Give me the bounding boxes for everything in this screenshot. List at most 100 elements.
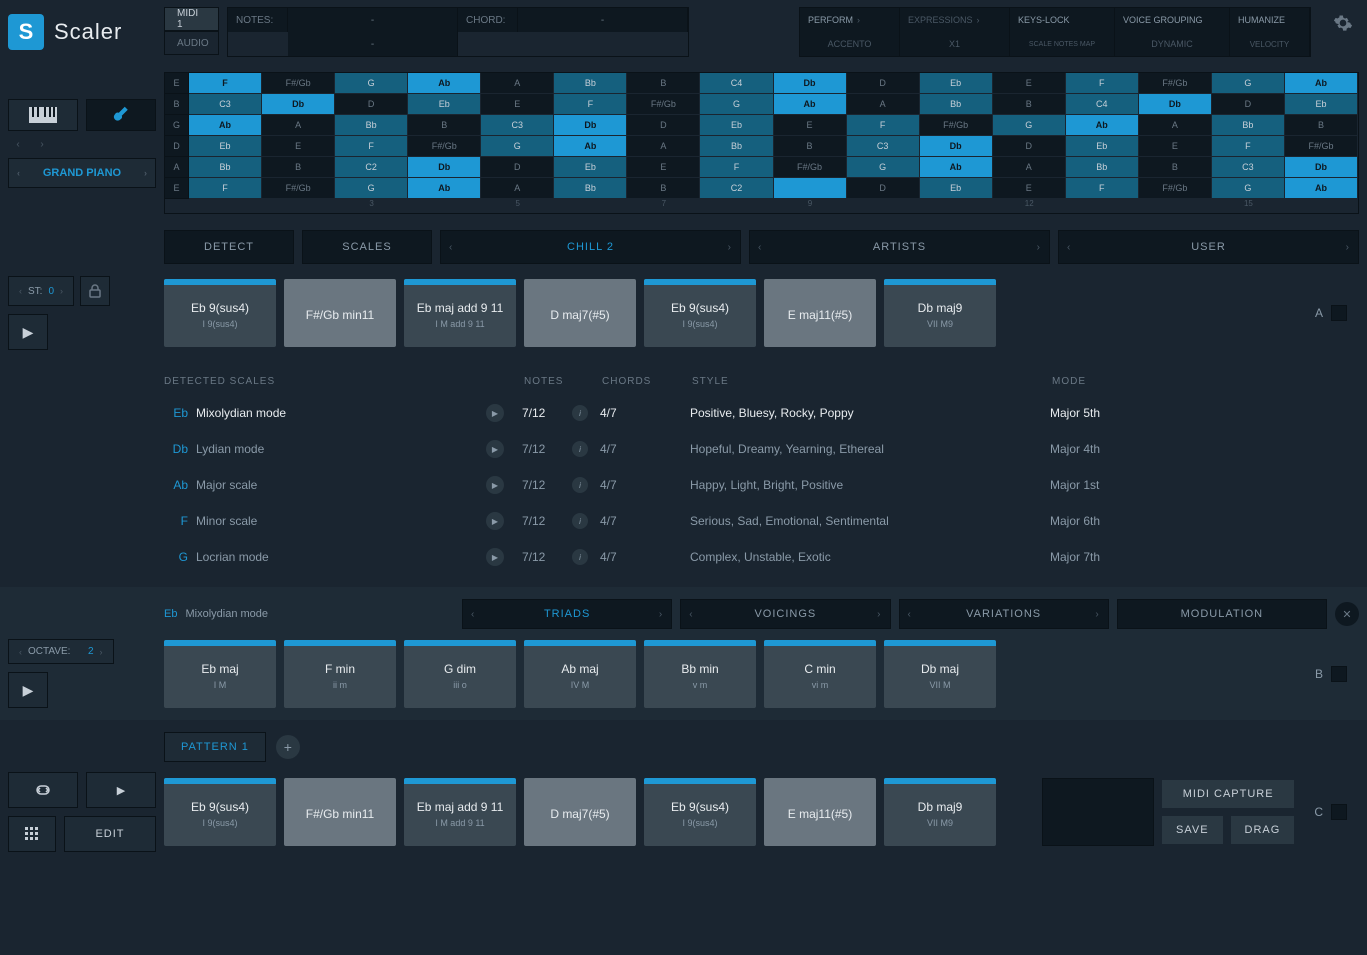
- fret-cell[interactable]: Ab: [408, 73, 481, 94]
- add-pattern-button[interactable]: +: [276, 735, 300, 759]
- fret-cell[interactable]: E: [627, 157, 700, 178]
- fret-cell[interactable]: [774, 178, 847, 199]
- fret-cell[interactable]: Bb: [554, 73, 627, 94]
- fret-cell[interactable]: A: [1139, 115, 1212, 136]
- modulation-tab[interactable]: MODULATION: [1117, 599, 1327, 629]
- chord-slot[interactable]: Bb minv m: [644, 640, 756, 708]
- fret-cell[interactable]: Ab: [920, 157, 993, 178]
- octave-selector[interactable]: ‹OCTAVE: 2›: [8, 639, 114, 664]
- section-a-toggle[interactable]: [1331, 305, 1347, 321]
- chord-slot[interactable]: E maj11(#5): [764, 778, 876, 846]
- play-a-button[interactable]: ▶: [8, 314, 48, 350]
- fret-cell[interactable]: F#/Gb: [262, 178, 335, 199]
- fret-cell[interactable]: Ab: [189, 115, 262, 136]
- fret-cell[interactable]: E: [481, 94, 554, 115]
- fret-cell[interactable]: C4: [1066, 94, 1139, 115]
- fret-cell[interactable]: F: [1212, 136, 1285, 157]
- chord-slot[interactable]: F#/Gb min11: [284, 279, 396, 347]
- scale-play-icon[interactable]: ▶: [486, 548, 522, 566]
- scale-row[interactable]: FMinor scale▶7/12i4/7Serious, Sad, Emoti…: [164, 503, 1359, 539]
- fret-cell[interactable]: Ab: [1285, 178, 1358, 199]
- info-icon[interactable]: i: [572, 477, 600, 493]
- fret-cell[interactable]: C3: [1212, 157, 1285, 178]
- fret-cell[interactable]: A: [262, 115, 335, 136]
- fret-cell[interactable]: F: [700, 157, 773, 178]
- fret-cell[interactable]: Db: [554, 115, 627, 136]
- fret-cell[interactable]: F: [554, 94, 627, 115]
- fret-cell[interactable]: G: [993, 115, 1066, 136]
- fret-cell[interactable]: G: [1212, 73, 1285, 94]
- fret-cell[interactable]: Db: [1285, 157, 1358, 178]
- fret-cell[interactable]: Bb: [1066, 157, 1139, 178]
- gear-icon[interactable]: [1327, 7, 1359, 39]
- fret-cell[interactable]: Db: [408, 157, 481, 178]
- fret-cell[interactable]: G: [700, 94, 773, 115]
- fret-cell[interactable]: A: [627, 136, 700, 157]
- chord-slot[interactable]: E maj11(#5): [764, 279, 876, 347]
- chord-slot[interactable]: G dimiii o: [404, 640, 516, 708]
- save-button[interactable]: SAVE: [1162, 816, 1223, 844]
- fret-cell[interactable]: Ab: [1285, 73, 1358, 94]
- chord-slot[interactable]: Ab majIV M: [524, 640, 636, 708]
- fret-cell[interactable]: C4: [700, 73, 773, 94]
- midi-tab[interactable]: MIDI 1: [164, 7, 219, 31]
- velocity-value[interactable]: VELOCITY: [1230, 32, 1309, 56]
- chord-slot[interactable]: Eb 9(sus4)I 9(sus4): [644, 778, 756, 846]
- fret-cell[interactable]: F#/Gb: [408, 136, 481, 157]
- info-icon[interactable]: i: [572, 513, 600, 529]
- semitone-selector[interactable]: ‹ST:0›: [8, 276, 74, 306]
- info-icon[interactable]: i: [572, 549, 600, 565]
- fret-cell[interactable]: Db: [1139, 94, 1212, 115]
- fret-cell[interactable]: Eb: [408, 94, 481, 115]
- fret-cell[interactable]: Eb: [1066, 136, 1139, 157]
- fret-cell[interactable]: Eb: [189, 136, 262, 157]
- fret-cell[interactable]: F#/Gb: [1139, 73, 1212, 94]
- pattern-selector[interactable]: PATTERN 1: [164, 732, 266, 762]
- expressions-header[interactable]: EXPRESSIONS›: [900, 8, 1009, 32]
- fret-cell[interactable]: Db: [774, 73, 847, 94]
- preset-selector[interactable]: ‹CHILL 2›: [440, 230, 741, 264]
- chord-slot[interactable]: D maj7(#5): [524, 778, 636, 846]
- scale-play-icon[interactable]: ▶: [486, 404, 522, 422]
- dynamic-value[interactable]: DYNAMIC: [1115, 32, 1229, 56]
- fret-cell[interactable]: G: [335, 178, 408, 199]
- fret-cell[interactable]: C2: [335, 157, 408, 178]
- fret-cell[interactable]: Bb: [554, 178, 627, 199]
- fret-cell[interactable]: Eb: [920, 178, 993, 199]
- fret-cell[interactable]: F: [335, 136, 408, 157]
- fret-cell[interactable]: E: [774, 115, 847, 136]
- fret-cell[interactable]: F#/Gb: [627, 94, 700, 115]
- section-b-toggle[interactable]: [1331, 666, 1347, 682]
- fret-cell[interactable]: F#/Gb: [920, 115, 993, 136]
- fret-cell[interactable]: D: [627, 115, 700, 136]
- chord-slot[interactable]: Eb 9(sus4)I 9(sus4): [164, 279, 276, 347]
- fret-cell[interactable]: G: [1212, 178, 1285, 199]
- scale-play-icon[interactable]: ▶: [486, 476, 522, 494]
- scalenotes-value[interactable]: SCALE NOTES MAP: [1010, 32, 1114, 56]
- chord-slot[interactable]: F#/Gb min11: [284, 778, 396, 846]
- loop-button[interactable]: [8, 772, 78, 808]
- accento-value[interactable]: ACCENTO: [800, 32, 899, 56]
- grid-icon[interactable]: [8, 816, 56, 852]
- next-icon[interactable]: ›: [32, 139, 52, 150]
- fret-cell[interactable]: Bb: [1212, 115, 1285, 136]
- fret-cell[interactable]: A: [481, 178, 554, 199]
- fret-cell[interactable]: D: [1212, 94, 1285, 115]
- fret-cell[interactable]: B: [774, 136, 847, 157]
- keyslock-header[interactable]: KEYS-LOCK: [1010, 8, 1114, 32]
- user-tab[interactable]: ‹USER›: [1058, 230, 1359, 264]
- fret-cell[interactable]: Db: [262, 94, 335, 115]
- lock-icon[interactable]: [80, 276, 110, 306]
- empty-chord-slot[interactable]: [1042, 778, 1154, 846]
- fret-cell[interactable]: F#/Gb: [1139, 178, 1212, 199]
- midi-capture-button[interactable]: MIDI CAPTURE: [1162, 780, 1294, 808]
- fret-cell[interactable]: C3: [847, 136, 920, 157]
- fret-cell[interactable]: F#/Gb: [774, 157, 847, 178]
- fret-cell[interactable]: Bb: [920, 94, 993, 115]
- fret-cell[interactable]: F: [189, 73, 262, 94]
- scale-play-icon[interactable]: ▶: [486, 440, 522, 458]
- fret-cell[interactable]: F: [847, 115, 920, 136]
- fret-cell[interactable]: D: [993, 136, 1066, 157]
- chord-slot[interactable]: Eb maj add 9 11I M add 9 11: [404, 778, 516, 846]
- humanize-header[interactable]: HUMANIZE: [1230, 8, 1309, 32]
